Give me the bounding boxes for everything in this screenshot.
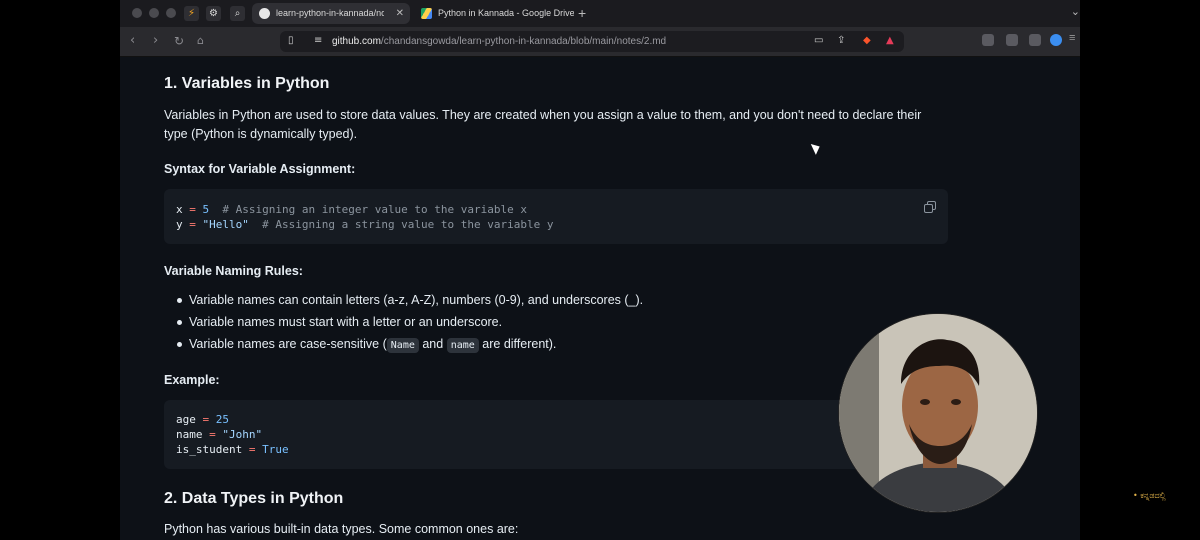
sidebar-icon[interactable] xyxy=(1006,34,1018,46)
webcam-overlay xyxy=(838,313,1038,513)
code-block-assignment: x = 5 # Assigning an integer value to th… xyxy=(164,189,948,244)
presenter-image xyxy=(839,314,1037,512)
inline-code: name xyxy=(446,338,479,353)
address-bar[interactable]: ▯ ≡ github.com/chandansgowda/learn-pytho… xyxy=(280,31,904,52)
back-button[interactable]: ‹ xyxy=(130,33,135,48)
profile-icon[interactable] xyxy=(1050,34,1062,46)
heading-variables: 1. Variables in Python xyxy=(164,75,330,92)
minimize-window-button[interactable] xyxy=(149,8,159,18)
github-icon xyxy=(259,8,270,20)
list-item: Variable names must start with a letter … xyxy=(176,311,643,333)
list-item: Variable names can contain letters (a-z,… xyxy=(176,289,643,311)
heading-syntax: Syntax for Variable Assignment: xyxy=(164,162,356,176)
pinned-tab-settings-icon[interactable]: ⚙ xyxy=(206,6,221,21)
menu-icon[interactable]: ≡ xyxy=(1069,32,1080,44)
maximize-window-button[interactable] xyxy=(166,8,176,18)
site-info-icon[interactable]: ≡ xyxy=(314,35,322,46)
pinned-tab-icon[interactable]: ⚡ xyxy=(184,6,199,21)
tab-google-drive[interactable]: Python in Kannada - Google Drive xyxy=(414,3,574,24)
brave-rewards-icon[interactable]: ▲ xyxy=(886,35,894,46)
heading-naming-rules: Variable Naming Rules: xyxy=(164,264,303,278)
window-controls xyxy=(132,8,176,18)
paragraph-data-types: Python has various built-in data types. … xyxy=(164,522,519,536)
bookmark-icon[interactable]: ▯ xyxy=(288,35,294,46)
forward-button[interactable]: › xyxy=(153,33,158,48)
heading-data-types: 2. Data Types in Python xyxy=(164,490,344,507)
share-icon[interactable]: ⇪ xyxy=(837,35,845,46)
wallet-icon[interactable] xyxy=(1029,34,1041,46)
pinned-tab-search-icon[interactable]: ⌕ xyxy=(230,6,245,21)
new-tab-button[interactable]: + xyxy=(578,3,586,24)
tab-learn-python[interactable]: learn-python-in-kannada/notes/2.md ✕ xyxy=(252,3,410,24)
code-block-example: age = 25 name = "John" is_student = True xyxy=(164,400,948,469)
extension-icon[interactable] xyxy=(982,34,994,46)
cast-icon[interactable]: ▭ xyxy=(814,35,823,46)
brave-shields-icon[interactable]: ◆ xyxy=(863,35,871,46)
url-text[interactable]: github.com/chandansgowda/learn-python-in… xyxy=(332,31,666,52)
heading-example: Example: xyxy=(164,373,220,387)
close-tab-icon[interactable]: ✕ xyxy=(396,3,404,24)
home-icon[interactable]: ⌂ xyxy=(197,34,204,47)
google-drive-icon xyxy=(421,8,432,20)
channel-watermark: • ಕನ್ನಡದಲ್ಲಿ xyxy=(1133,491,1166,500)
inline-code: Name xyxy=(386,338,419,353)
toolbar: ‹ › ↻ ⌂ ▯ ≡ github.com/chandansgowda/lea… xyxy=(120,27,1080,57)
list-item: Variable names are case-sensitive (Name … xyxy=(176,333,643,357)
paragraph-variables: Variables in Python are used to store da… xyxy=(164,108,922,141)
chevron-down-icon[interactable]: ⌄ xyxy=(1071,5,1080,18)
naming-rules-list: Variable names can contain letters (a-z,… xyxy=(164,289,643,357)
close-window-button[interactable] xyxy=(132,8,142,18)
tab-bar: ⚡ ⚙ ⌕ learn-python-in-kannada/notes/2.md… xyxy=(120,0,1080,27)
copy-icon[interactable] xyxy=(924,201,936,213)
reload-button[interactable]: ↻ xyxy=(174,34,184,48)
